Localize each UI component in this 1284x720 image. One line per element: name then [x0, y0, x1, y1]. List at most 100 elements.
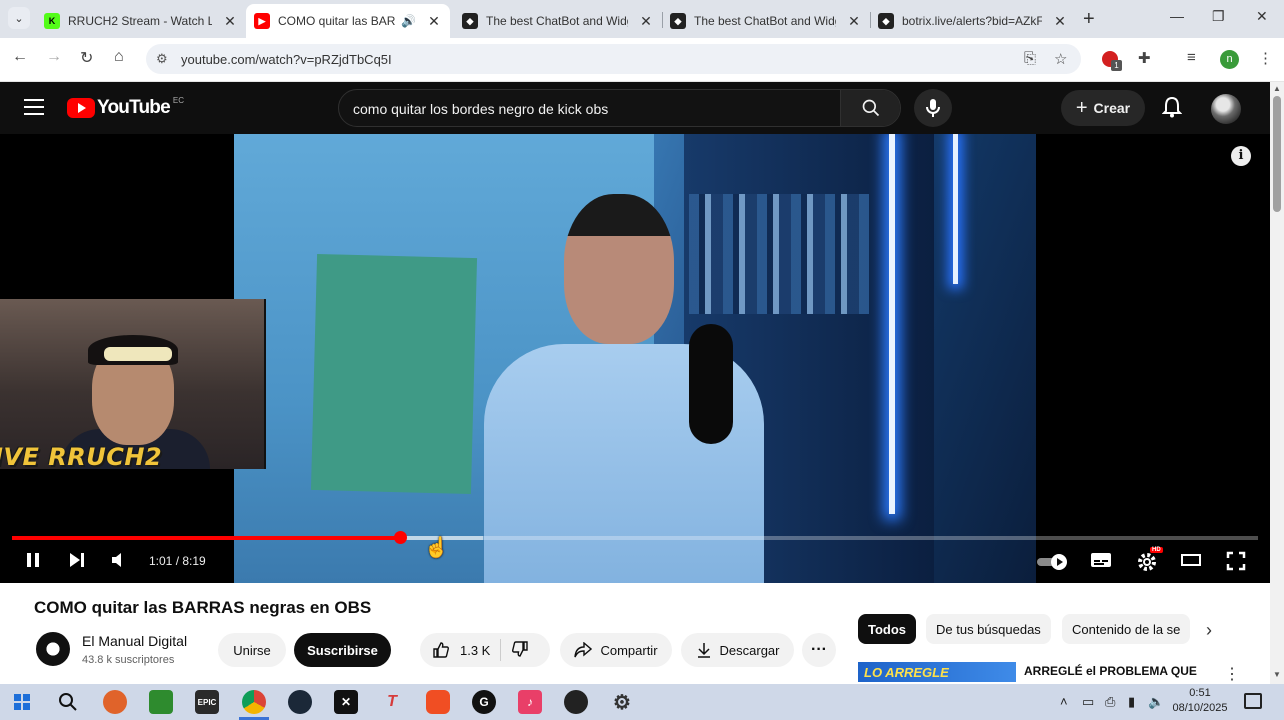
g-app-icon[interactable]: G — [472, 690, 496, 714]
chevron-right-icon[interactable]: › — [1206, 620, 1212, 641]
create-button[interactable]: + Crear — [1061, 90, 1145, 126]
download-button[interactable]: Descargar — [681, 633, 794, 667]
join-button[interactable]: Unirse — [218, 633, 286, 667]
address-bar[interactable]: ⚙ youtube.com/watch?v=pRZjdTbCq5I ⎘ ☆ — [146, 44, 1081, 74]
like-separator — [500, 639, 502, 661]
volume-button[interactable] — [110, 551, 128, 574]
install-app-icon[interactable]: ⎘ — [1024, 50, 1036, 67]
hamburger-menu-icon[interactable] — [24, 99, 44, 115]
site-info-icon[interactable]: ⚙ — [156, 51, 168, 67]
chip-from-searches[interactable]: De tus búsquedas — [926, 614, 1051, 644]
close-tab-icon[interactable]: ✕ — [1052, 13, 1068, 30]
fullscreen-button[interactable] — [1226, 551, 1246, 576]
search-icon[interactable] — [56, 690, 80, 714]
extensions-puzzle-icon[interactable]: ✚ — [1138, 49, 1151, 67]
chevron-up-icon[interactable]: ˄ — [1060, 694, 1068, 709]
account-avatar[interactable] — [1211, 94, 1241, 124]
close-window-icon[interactable]: ✕ — [1256, 8, 1268, 25]
url-text[interactable]: youtube.com/watch?v=pRZjdTbCq5I — [181, 52, 392, 67]
video-player[interactable]: IVE RRUCH2 i ☝ 1:01 / 8:19 HD — [0, 134, 1270, 583]
scrollbar-thumb[interactable] — [1273, 96, 1281, 212]
search-button[interactable] — [840, 90, 900, 126]
brave-icon[interactable] — [426, 690, 450, 714]
channel-name[interactable]: El Manual Digital — [82, 633, 187, 649]
obs-icon[interactable] — [564, 690, 588, 714]
settings-gear-icon[interactable]: ⚙ — [610, 690, 634, 714]
menu-kebab-icon[interactable]: ⋮ — [1258, 49, 1273, 67]
more-actions-button[interactable]: ··· — [802, 633, 836, 667]
kick-icon: K — [44, 13, 60, 29]
close-tab-icon[interactable]: ✕ — [426, 13, 442, 30]
scrubber-handle[interactable] — [393, 531, 407, 544]
tab-search-dropdown[interactable]: ⌄ — [8, 7, 30, 29]
video-frame[interactable] — [234, 134, 1036, 583]
youtube-logo[interactable]: YouTube EC — [67, 96, 184, 119]
browser-tab[interactable]: ◆ The best ChatBot and Widge ✕ — [662, 4, 870, 38]
text-app-icon[interactable]: T — [380, 690, 404, 714]
steam-icon[interactable] — [288, 690, 312, 714]
recommendation-thumbnail[interactable]: LO ARREGLE — [858, 662, 1016, 682]
home-icon[interactable]: ⌂ — [114, 48, 124, 66]
share-arrow-icon — [574, 642, 593, 658]
speaker-icon[interactable]: 🔊 — [401, 14, 416, 28]
search-box[interactable]: como quitar los bordes negro de kick obs — [338, 89, 901, 127]
volume-icon[interactable]: 🔈 — [1148, 694, 1164, 710]
browser-tab[interactable]: ◆ The best ChatBot and Widge ✕ — [454, 4, 662, 38]
video-title: COMO quitar las BARRAS negras en OBS — [34, 598, 372, 617]
browser-tab-active[interactable]: ▶ COMO quitar las BARRA 🔊 ✕ — [246, 4, 450, 38]
chip-related-content[interactable]: Contenido de la se — [1062, 614, 1190, 644]
tiktok-icon[interactable]: ♪ — [518, 690, 542, 714]
media-control-icon[interactable]: ≡ — [1187, 49, 1196, 66]
tab-title: The best ChatBot and Widge — [486, 14, 628, 28]
close-tab-icon[interactable]: ✕ — [222, 13, 238, 30]
more-vertical-icon[interactable]: ⋮ — [1224, 664, 1240, 684]
restore-icon[interactable]: ❐ — [1212, 8, 1225, 25]
browser-tab[interactable]: ◆ botrix.live/alerts?bid=AZkFl ✕ — [870, 4, 1076, 38]
like-button[interactable]: 1.3 K — [432, 641, 490, 659]
scroll-up-icon[interactable]: ▲ — [1273, 84, 1281, 93]
system-clock[interactable]: 0:51 08/10/2025 — [1172, 686, 1228, 716]
settings-gear-icon — [1138, 553, 1156, 571]
voice-search-button[interactable] — [914, 89, 952, 127]
close-tab-icon[interactable]: ✕ — [846, 13, 862, 30]
profile-avatar[interactable]: n — [1220, 50, 1239, 69]
subtitles-button[interactable] — [1090, 551, 1112, 574]
scroll-down-icon[interactable]: ▼ — [1273, 670, 1281, 679]
battery-icon[interactable]: ▮ — [1128, 694, 1135, 710]
search-input[interactable]: como quitar los bordes negro de kick obs — [353, 101, 608, 117]
next-button[interactable] — [68, 551, 86, 574]
dislike-button[interactable] — [511, 640, 529, 661]
forward-arrow-icon[interactable]: → — [46, 48, 62, 66]
close-tab-icon[interactable]: ✕ — [638, 13, 654, 30]
notification-icon[interactable] — [1244, 693, 1262, 709]
bookmark-star-icon[interactable]: ☆ — [1054, 50, 1067, 68]
chevron-down-icon: ⌄ — [14, 12, 24, 25]
page-scrollbar[interactable]: ▲ ▼ — [1270, 82, 1284, 684]
notifications-bell-icon[interactable] — [1161, 96, 1183, 123]
channel-avatar[interactable] — [36, 632, 70, 666]
device-icon[interactable]: ⎙ — [1105, 694, 1115, 710]
capcut-icon[interactable]: ✕ — [334, 690, 358, 714]
thumbnail-text: LO ARREGLE — [864, 665, 949, 680]
windows-start-icon[interactable] — [10, 690, 34, 714]
subscribe-button[interactable]: Suscribirse — [294, 633, 391, 667]
origin-icon[interactable] — [103, 690, 127, 714]
new-tab-icon[interactable]: + — [1083, 8, 1095, 31]
browser-tab[interactable]: K RRUCH2 Stream - Watch Liv ✕ — [36, 4, 246, 38]
pause-button[interactable] — [24, 551, 42, 574]
chip-all[interactable]: Todos — [858, 614, 917, 644]
minecraft-icon[interactable] — [149, 690, 173, 714]
chrome-icon[interactable] — [242, 690, 266, 714]
reload-icon[interactable]: ↻ — [80, 48, 93, 68]
back-arrow-icon[interactable]: ← — [12, 48, 28, 66]
info-icon[interactable]: i — [1231, 146, 1251, 166]
share-button[interactable]: Compartir — [560, 633, 672, 667]
autoplay-toggle[interactable] — [1036, 553, 1070, 576]
network-icon[interactable]: ▭ — [1082, 694, 1094, 710]
epic-games-icon[interactable]: EPIC — [195, 690, 219, 714]
theater-mode-button[interactable] — [1180, 551, 1202, 574]
settings-button[interactable]: HD — [1136, 547, 1163, 578]
recommendation-title[interactable]: ARREGLÉ el PROBLEMA QUE — [1024, 664, 1197, 678]
progress-bar[interactable] — [12, 531, 1258, 544]
minimize-icon[interactable]: — — [1170, 8, 1184, 24]
